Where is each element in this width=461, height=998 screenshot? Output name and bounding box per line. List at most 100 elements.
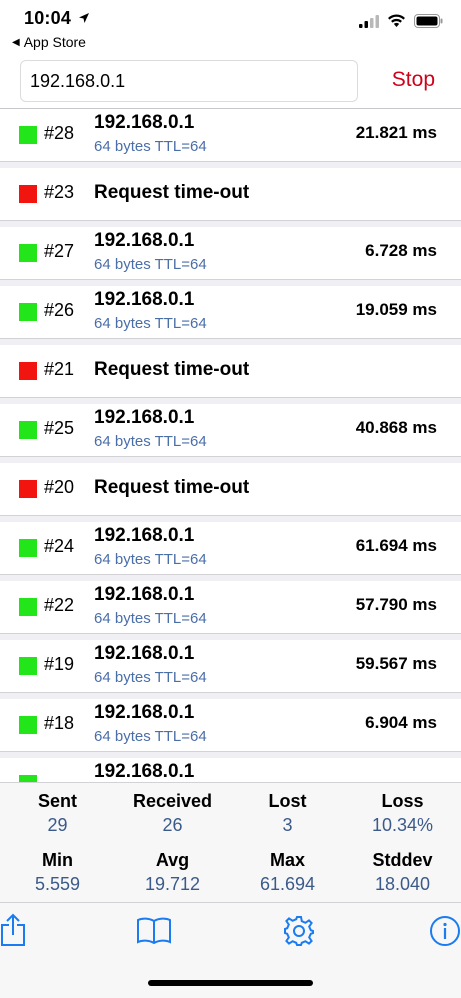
reply-host: 192.168.0.1 bbox=[94, 289, 195, 310]
info-button[interactable] bbox=[428, 915, 461, 952]
reply-host: 192.168.0.1 bbox=[94, 525, 195, 546]
reply-host: 192.168.0.1 bbox=[94, 407, 195, 428]
battery-icon bbox=[414, 14, 443, 28]
success-indicator bbox=[19, 244, 37, 262]
reply-detail: 64 bytes TTL=64 bbox=[94, 433, 207, 450]
back-app-label: App Store bbox=[23, 34, 86, 50]
success-indicator bbox=[19, 303, 37, 321]
reply-detail: 64 bytes TTL=64 bbox=[94, 610, 207, 627]
timeout-message: Request time-out bbox=[94, 477, 250, 498]
stat-avg: Avg 19.712 bbox=[115, 850, 230, 895]
reply-detail: 64 bytes TTL=64 bbox=[94, 256, 207, 273]
reply-detail: 64 bytes TTL=64 bbox=[94, 669, 207, 686]
failure-indicator bbox=[19, 480, 37, 498]
sequence-number: #19 bbox=[44, 654, 75, 674]
ping-result-row[interactable]: #20 Request time-out bbox=[0, 463, 461, 516]
reply-detail: 64 bytes TTL=64 bbox=[94, 728, 207, 745]
sequence-number: #23 bbox=[44, 182, 75, 202]
sequence-number: #27 bbox=[44, 241, 75, 261]
success-indicator bbox=[19, 657, 37, 675]
reply-detail: 64 bytes TTL=64 bbox=[94, 551, 207, 568]
success-indicator bbox=[19, 421, 37, 439]
stat-sent: Sent 29 bbox=[0, 791, 115, 836]
share-button[interactable] bbox=[0, 913, 26, 952]
success-indicator bbox=[19, 539, 37, 557]
host-input[interactable] bbox=[20, 60, 358, 102]
sequence-number: #26 bbox=[44, 300, 75, 320]
sequence-number: #21 bbox=[44, 359, 75, 379]
sequence-number: #24 bbox=[44, 536, 75, 556]
sequence-number: #28 bbox=[44, 123, 75, 143]
round-trip-time: 57.790 ms bbox=[355, 595, 437, 614]
stat-label: Min bbox=[42, 850, 73, 870]
stat-loss: Loss 10.34% bbox=[345, 791, 460, 836]
round-trip-time: 6.728 ms bbox=[365, 241, 437, 260]
round-trip-time: 19.059 ms bbox=[355, 300, 437, 319]
ping-result-row[interactable]: #28 192.168.0.1 64 bytes TTL=64 21.821 ms bbox=[0, 109, 461, 162]
reply-detail: 64 bytes TTL=64 bbox=[94, 138, 207, 155]
book-icon bbox=[137, 917, 171, 945]
ping-result-row[interactable]: #26 192.168.0.1 64 bytes TTL=64 19.059 ms bbox=[0, 286, 461, 339]
timeout-message: Request time-out bbox=[94, 182, 250, 203]
stat-label: Sent bbox=[37, 791, 77, 811]
share-icon bbox=[1, 913, 25, 946]
reply-host: 192.168.0.1 bbox=[94, 112, 195, 133]
reply-detail: 64 bytes TTL=64 bbox=[94, 315, 207, 332]
stat-value: 61.694 bbox=[259, 874, 316, 894]
reply-host: 192.168.0.1 bbox=[94, 584, 195, 605]
round-trip-time: 6.904 ms bbox=[365, 713, 437, 732]
signal-icon bbox=[359, 14, 379, 28]
sequence-number: #18 bbox=[44, 713, 75, 733]
round-trip-time: 40.868 ms bbox=[355, 418, 437, 437]
settings-button[interactable] bbox=[283, 915, 315, 952]
ping-result-row[interactable]: 192.168.0.1 bbox=[0, 758, 461, 782]
stat-label: Loss bbox=[381, 791, 424, 811]
stat-label: Avg bbox=[155, 850, 190, 870]
sequence-number: #20 bbox=[44, 477, 75, 497]
ping-result-row[interactable]: #27 192.168.0.1 64 bytes TTL=64 6.728 ms bbox=[0, 227, 461, 280]
ping-result-row[interactable]: #25 192.168.0.1 64 bytes TTL=64 40.868 ms bbox=[0, 404, 461, 457]
timeout-message: Request time-out bbox=[94, 359, 250, 380]
stat-max: Max 61.694 bbox=[230, 850, 345, 895]
success-indicator bbox=[19, 775, 37, 782]
round-trip-time: 61.694 ms bbox=[355, 536, 437, 555]
status-bar: 10:04 ◀ App Store bbox=[0, 0, 461, 56]
reply-host: 192.168.0.1 bbox=[94, 643, 195, 664]
ping-result-row[interactable]: #21 Request time-out bbox=[0, 345, 461, 398]
info-icon bbox=[430, 916, 460, 946]
ping-result-row[interactable]: #24 192.168.0.1 64 bytes TTL=64 61.694 ms bbox=[0, 522, 461, 575]
stat-value: 18.040 bbox=[374, 874, 431, 894]
stat-received: Received 26 bbox=[115, 791, 230, 836]
sequence-number: #25 bbox=[44, 418, 75, 438]
stat-label: Lost bbox=[268, 791, 307, 811]
gear-icon bbox=[284, 916, 314, 946]
ping-result-row[interactable]: #19 192.168.0.1 64 bytes TTL=64 59.567 ms bbox=[0, 640, 461, 693]
round-trip-time: 59.567 ms bbox=[355, 654, 437, 673]
ping-header: Stop bbox=[0, 56, 461, 108]
ping-result-row[interactable]: #22 192.168.0.1 64 bytes TTL=64 57.790 ms bbox=[0, 581, 461, 634]
stat-label: Max bbox=[269, 850, 305, 870]
ping-result-row[interactable]: #18 192.168.0.1 64 bytes TTL=64 6.904 ms bbox=[0, 699, 461, 752]
stat-value: 29 bbox=[47, 815, 68, 835]
home-indicator bbox=[148, 980, 313, 986]
success-indicator bbox=[19, 716, 37, 734]
ping-result-row[interactable]: #23 Request time-out bbox=[0, 168, 461, 221]
documentation-button[interactable] bbox=[136, 917, 172, 950]
back-to-app-store-link[interactable]: ◀ App Store bbox=[12, 34, 86, 50]
success-indicator bbox=[19, 598, 37, 616]
failure-indicator bbox=[19, 362, 37, 380]
stop-button[interactable]: Stop bbox=[392, 68, 435, 92]
location-arrow-icon bbox=[79, 13, 89, 23]
stat-value: 10.34% bbox=[371, 815, 434, 835]
reply-host: 192.168.0.1 bbox=[94, 230, 195, 251]
reply-host: 192.168.0.1 bbox=[94, 702, 195, 723]
ping-results-list[interactable]: #28 192.168.0.1 64 bytes TTL=64 21.821 ms #2… bbox=[0, 108, 461, 782]
stat-min: Min 5.559 bbox=[0, 850, 115, 895]
round-trip-time: 21.821 ms bbox=[355, 123, 437, 142]
success-indicator bbox=[19, 126, 37, 144]
clock: 10:04 bbox=[24, 8, 72, 28]
statistics-panel: Sent 29 Received 26 Lost 3 Loss 10.34% Min 5.559 A… bbox=[0, 782, 461, 902]
system-icons bbox=[359, 14, 443, 28]
stat-value: 19.712 bbox=[144, 874, 201, 894]
stat-stddev: Stddev 18.040 bbox=[345, 850, 460, 895]
